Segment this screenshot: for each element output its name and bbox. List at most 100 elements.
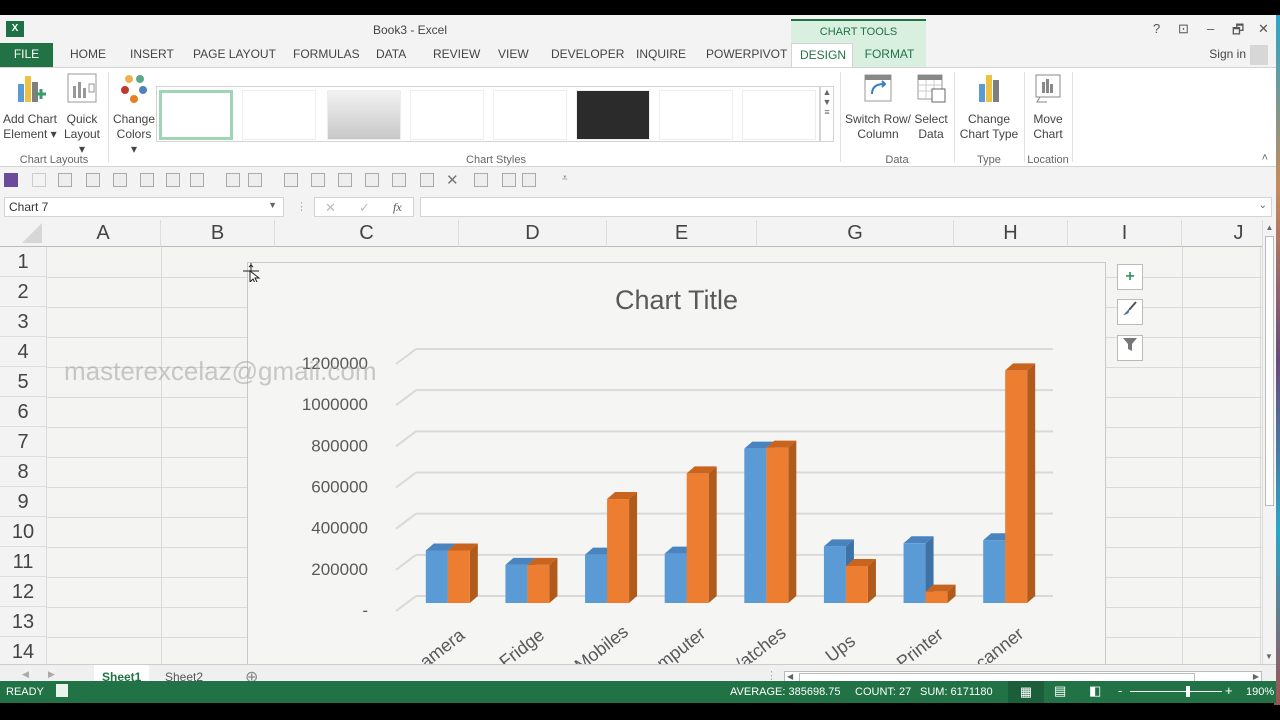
column-header-j[interactable]: J (1182, 220, 1262, 247)
chart-style-2[interactable] (242, 90, 316, 140)
minimize-button[interactable]: – (1207, 21, 1214, 36)
sign-in-link[interactable]: Sign in (1209, 47, 1246, 61)
chart-elements-button[interactable]: + (1117, 264, 1143, 290)
chart-plot-area[interactable]: -20000040000060000080000010000001200000a… (248, 263, 1107, 664)
vertical-scrollbar[interactable]: ▲ ▼ (1262, 220, 1276, 664)
chart-styles-button[interactable] (1117, 299, 1143, 325)
tab-developer[interactable]: DEVELOPER (543, 43, 632, 67)
save-icon[interactable] (4, 173, 18, 187)
zoom-slider-handle[interactable] (1186, 686, 1190, 697)
row-header-12[interactable]: 12 (0, 577, 46, 607)
vertical-scroll-thumb[interactable] (1265, 236, 1274, 506)
tab-design[interactable]: DESIGN (791, 43, 853, 67)
row-header-7[interactable]: 7 (0, 427, 46, 457)
camera-icon[interactable] (140, 173, 154, 187)
chart-style-4[interactable] (410, 90, 484, 140)
row-header-4[interactable]: 4 (0, 337, 46, 367)
zoom-level[interactable]: 190% (1246, 686, 1274, 698)
edit-icon[interactable] (522, 173, 536, 187)
tab-page-layout[interactable]: PAGE LAYOUT (185, 43, 284, 67)
tab-formulas[interactable]: FORMULAS (285, 43, 368, 67)
scroll-right-icon[interactable]: ▶ (1253, 672, 1259, 681)
row-header-6[interactable]: 6 (0, 397, 46, 427)
tab-view[interactable]: VIEW (490, 43, 537, 67)
column-header-c[interactable]: C (275, 220, 459, 247)
close-button[interactable]: ✕ (1258, 21, 1269, 37)
enter-icon[interactable]: ✓ (359, 200, 370, 216)
chart-style-6[interactable] (576, 90, 650, 140)
user-avatar[interactable] (1250, 45, 1268, 65)
scroll-down-icon[interactable]: ▼ (1265, 652, 1273, 661)
switch-row-column-button[interactable]: Switch Row/ Column (844, 72, 912, 142)
sum-readout[interactable]: SUM: 6171180 (920, 686, 993, 698)
formula-input[interactable]: ⌄ (420, 197, 1272, 217)
tab-file[interactable]: FILE (0, 43, 53, 67)
tab-powerpivot[interactable]: POWERPIVOT (698, 43, 795, 67)
tab-home[interactable]: HOME (62, 43, 114, 67)
print-icon[interactable] (166, 173, 180, 187)
list-icon[interactable] (420, 173, 434, 187)
tab-format[interactable]: FORMAT (853, 43, 926, 67)
preview-icon[interactable] (284, 173, 298, 187)
doc-icon[interactable] (474, 173, 488, 187)
next-sheet-icon[interactable]: ▶ (48, 669, 55, 680)
tab-review[interactable]: REVIEW (425, 43, 488, 67)
delete-icon[interactable]: ✕ (446, 171, 459, 189)
prev-sheet-icon[interactable]: ◀ (22, 669, 29, 680)
change-colors-button[interactable]: Change Colors ▾ (112, 72, 156, 157)
row-header-2[interactable]: 2 (0, 277, 46, 307)
tab-data[interactable]: DATA (368, 43, 414, 67)
row-header-10[interactable]: 10 (0, 517, 46, 547)
lock-icon[interactable] (32, 173, 46, 187)
customize-qat-icon[interactable]: ⩡ (562, 173, 568, 184)
insert-function-icon[interactable]: fx (393, 200, 402, 215)
row-header-13[interactable]: 13 (0, 607, 46, 637)
page-layout-view-button[interactable]: ▤ (1054, 683, 1066, 699)
add-chart-element-button[interactable]: Add Chart Element ▾ (2, 72, 58, 142)
zoom-in-button[interactable]: + (1225, 683, 1233, 698)
row-header-1[interactable]: 1 (0, 247, 46, 277)
column-header-h[interactable]: H (954, 220, 1068, 247)
row-header-3[interactable]: 3 (0, 307, 46, 337)
count-readout[interactable]: COUNT: 27 (855, 686, 911, 698)
chart-icon[interactable] (248, 173, 262, 187)
row-header-5[interactable]: 5 (0, 367, 46, 397)
sheet-icon[interactable] (502, 173, 516, 187)
paste-icon[interactable] (338, 173, 352, 187)
expand-formula-bar-icon[interactable]: ⌄ (1259, 200, 1267, 211)
column-header-b[interactable]: B (161, 220, 275, 247)
scroll-left-icon[interactable]: ◀ (787, 672, 793, 681)
chart-style-3[interactable] (327, 90, 401, 140)
page-icon[interactable] (365, 173, 379, 187)
worksheet-grid[interactable]: A B C D E G H I J 1 2 3 4 5 6 7 8 9 10 11 12 13 14 ma… (0, 220, 1262, 664)
name-box[interactable]: Chart 7 ▼ (4, 197, 284, 217)
formula-bar-splitter[interactable]: ⋮ (296, 200, 307, 213)
chart-style-5[interactable] (493, 90, 567, 140)
columns-icon[interactable] (392, 173, 406, 187)
select-all-button[interactable] (0, 220, 46, 247)
chevron-down-icon[interactable]: ▼ (268, 200, 277, 210)
chart-styles-scroll[interactable]: ▲ ▼ ≡ (820, 86, 834, 142)
row-header-14[interactable]: 14 (0, 637, 46, 664)
tab-inquire[interactable]: INQUIRE (628, 43, 694, 67)
restore-button[interactable]: 🗗 (1232, 21, 1244, 43)
info-icon[interactable] (190, 173, 204, 187)
normal-view-button[interactable]: ▦ (1008, 681, 1044, 703)
tab-insert[interactable]: INSERT (122, 43, 182, 67)
select-data-button[interactable]: Select Data (912, 72, 950, 142)
column-header-d[interactable]: D (459, 220, 607, 247)
column-header-a[interactable]: A (46, 220, 161, 247)
ribbon-display-options-button[interactable]: ⊡ (1178, 21, 1189, 37)
row-header-9[interactable]: 9 (0, 487, 46, 517)
change-chart-type-button[interactable]: Change Chart Type (958, 72, 1020, 142)
move-chart-button[interactable]: Move Chart (1026, 72, 1070, 142)
grid-icon[interactable] (226, 173, 240, 187)
page-break-view-button[interactable]: ◧ (1089, 683, 1101, 699)
attach-icon[interactable] (86, 173, 100, 187)
chart-style-7[interactable] (659, 90, 733, 140)
column-header-e[interactable]: E (607, 220, 757, 247)
cancel-icon[interactable]: ✕ (325, 200, 336, 216)
form-icon[interactable] (113, 173, 127, 187)
collapse-ribbon-icon[interactable]: ˄ (1262, 152, 1268, 164)
macro-record-icon[interactable] (56, 684, 68, 697)
